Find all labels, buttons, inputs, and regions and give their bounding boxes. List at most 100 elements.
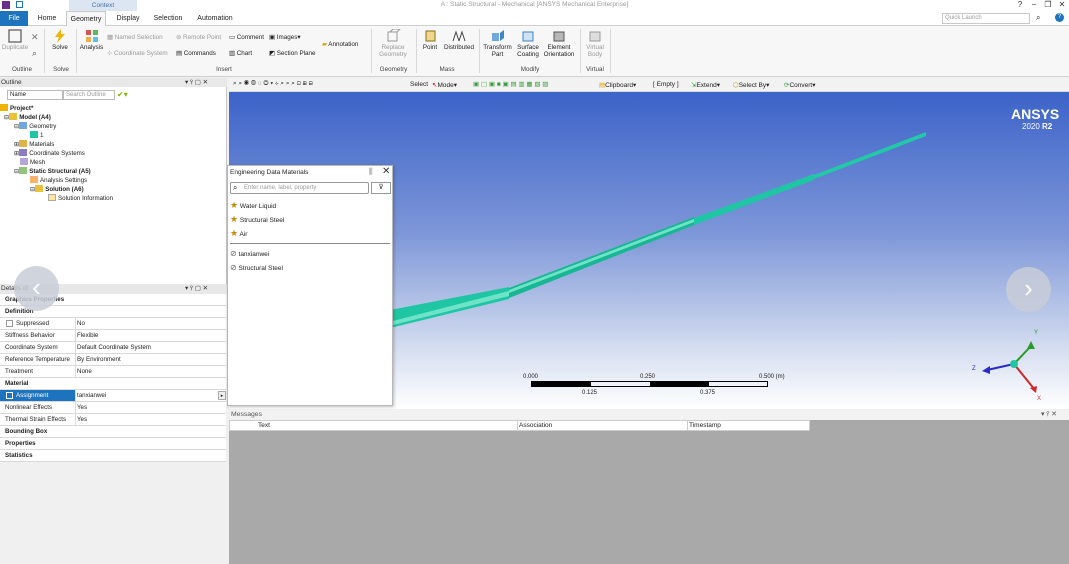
tab-automation[interactable]: Automation bbox=[192, 11, 238, 26]
delete-icon[interactable]: ✕ bbox=[31, 32, 39, 43]
tab-selection[interactable]: Selection bbox=[150, 11, 186, 26]
favorite-material-1[interactable]: ★ Structural Steel bbox=[230, 214, 284, 225]
col-text[interactable]: Text bbox=[258, 421, 270, 431]
next-arrow-icon[interactable]: › bbox=[1006, 267, 1051, 312]
remote-point-button[interactable]: ⊚ Remote Point bbox=[176, 34, 221, 41]
help-circle-icon[interactable]: ? bbox=[1055, 13, 1064, 22]
material-search-input[interactable]: ⌕ Enter name, label, property bbox=[230, 182, 369, 194]
annotation-button[interactable]: ▰ Annotation bbox=[322, 41, 358, 48]
restore-button[interactable]: ❐ bbox=[1041, 0, 1055, 11]
filter-icon[interactable]: ⊽ bbox=[371, 182, 391, 194]
row-assignment[interactable]: Assignment tanxianwei ▸ bbox=[0, 390, 226, 402]
messages-window-controls[interactable]: ▾ ⫯ ✕ bbox=[1041, 410, 1057, 420]
solve-button[interactable]: Solve bbox=[47, 29, 73, 51]
scale-bar bbox=[531, 381, 768, 387]
duplicate-button[interactable]: Duplicate bbox=[0, 29, 30, 51]
distributed-mass-button[interactable]: Distributed bbox=[442, 29, 476, 51]
axis-triad[interactable]: Y Z X bbox=[967, 322, 1047, 402]
minimize-button[interactable]: − bbox=[1027, 0, 1041, 11]
tree-item-static-structural[interactable]: ⊟ Static Structural (A5) bbox=[0, 167, 113, 176]
tree-item-solution[interactable]: ⊟ Solution (A6) bbox=[0, 185, 113, 194]
messages-panel: Messages ▾ ⫯ ✕ Text Association Timestam… bbox=[229, 410, 1069, 564]
popup-pin-icon[interactable]: ⫼ bbox=[369, 167, 373, 177]
tree-item-body[interactable]: 1 bbox=[0, 131, 113, 140]
clipboard-status: [ Empty ] bbox=[653, 81, 679, 88]
coordinate-system-button[interactable]: ⊹ Coordinate System bbox=[107, 50, 168, 57]
section-plane-button[interactable]: ◩ Section Plane bbox=[269, 50, 316, 57]
outline-search-input[interactable]: Search Outline bbox=[63, 90, 115, 100]
details-window-controls[interactable]: ▾ ⫯ ▢ ✕ bbox=[185, 284, 208, 293]
selection-filter-icons[interactable]: ▣ ▢ ▣ ■ ▣ ▤ ▥ ▦ ▧ ▨ bbox=[473, 80, 548, 88]
zoom-icons[interactable]: ⌕ ⌕ ◉ ◍ ◌ ◎ ▾ ⊹ ⌕ ⌕ ⌕ ⊡ ⊞ ⊟ bbox=[233, 80, 313, 88]
messages-header: Messages ▾ ⫯ ✕ bbox=[229, 410, 1069, 420]
images-button[interactable]: ▣ Images▾ bbox=[269, 34, 301, 41]
tree-item-mesh[interactable]: Mesh bbox=[0, 158, 113, 167]
quick-launch-input[interactable]: Quick Launch bbox=[942, 13, 1030, 24]
tab-display[interactable]: Display bbox=[110, 11, 146, 26]
chart-button[interactable]: ▥ Chart bbox=[229, 50, 252, 57]
row-stiffness-behavior[interactable]: Stiffness Behavior Flexible bbox=[0, 330, 226, 342]
select-by-dropdown[interactable]: ⬡Select By▾ bbox=[733, 81, 769, 89]
find-icon[interactable]: ⌕ bbox=[32, 48, 37, 59]
col-timestamp[interactable]: Timestamp bbox=[689, 421, 721, 431]
tree-item-materials[interactable]: ⊞ Materials bbox=[0, 140, 113, 149]
favorite-material-2[interactable]: ★ Air bbox=[230, 228, 247, 239]
model-material-1[interactable]: ⊘ Structural Steel bbox=[230, 263, 283, 272]
tab-file[interactable]: File bbox=[0, 11, 28, 26]
commands-button[interactable]: ▤ Commands bbox=[176, 50, 216, 57]
row-reference-temperature[interactable]: Reference Temperature By Environment bbox=[0, 354, 226, 366]
tree-item-geometry[interactable]: ⊟ Geometry bbox=[0, 122, 113, 131]
suppressed-checkbox[interactable] bbox=[6, 320, 13, 327]
group-solve-label: Solve bbox=[53, 66, 69, 73]
row-nonlinear-effects[interactable]: Nonlinear Effects Yes bbox=[0, 402, 226, 414]
row-treatment[interactable]: Treatment None bbox=[0, 366, 226, 378]
convert-dropdown[interactable]: ⟳Convert▾ bbox=[784, 81, 815, 89]
col-association[interactable]: Association bbox=[519, 421, 552, 431]
tab-home[interactable]: Home bbox=[31, 11, 63, 26]
row-thermal-strain-effects[interactable]: Thermal Strain Effects Yes bbox=[0, 414, 226, 426]
extend-dropdown[interactable]: ⇲Extend▾ bbox=[691, 81, 720, 89]
transform-part-button[interactable]: Transform Part bbox=[481, 29, 514, 58]
tree-item-project[interactable]: Project* bbox=[0, 104, 113, 113]
model-material-0[interactable]: ⊘ tanxianwei bbox=[230, 249, 269, 258]
element-orientation-button[interactable]: Element Orientation bbox=[542, 29, 576, 58]
previous-arrow-icon[interactable]: ‹ bbox=[14, 266, 59, 311]
row-coordinate-system[interactable]: Coordinate System Default Coordinate Syst… bbox=[0, 342, 226, 354]
point-mass-button[interactable]: Point bbox=[418, 29, 442, 51]
tree-item-analysis-settings[interactable]: Analysis Settings bbox=[0, 176, 113, 185]
materials-icon bbox=[19, 140, 28, 147]
popup-close-icon[interactable]: ✕ bbox=[382, 166, 390, 177]
context-tab-label: Context bbox=[69, 0, 137, 11]
tree-item-model[interactable]: ⊟ Model (A4) bbox=[0, 113, 113, 122]
help-icon[interactable]: ? bbox=[1013, 0, 1027, 11]
select-label[interactable]: Select bbox=[410, 81, 428, 88]
assignment-checkbox[interactable] bbox=[6, 392, 13, 399]
assignment-dropdown-arrow-icon[interactable]: ▸ bbox=[218, 391, 226, 400]
analysis-button[interactable]: Analysis bbox=[78, 29, 105, 51]
section-bounding-box[interactable]: Bounding Box bbox=[0, 426, 226, 438]
outline-filter-select[interactable]: Name bbox=[7, 90, 63, 100]
section-properties[interactable]: Properties bbox=[0, 438, 226, 450]
section-material[interactable]: Material bbox=[0, 378, 226, 390]
shaft-body[interactable] bbox=[349, 132, 926, 338]
tab-geometry[interactable]: Geometry bbox=[66, 11, 106, 27]
mode-dropdown[interactable]: ↖Mode▾ bbox=[432, 81, 457, 89]
row-suppressed[interactable]: Suppressed No bbox=[0, 318, 226, 330]
named-selection-button[interactable]: ▦ Named Selection bbox=[107, 34, 163, 41]
scale-tick-1: 0.250 bbox=[640, 374, 656, 380]
search-icon[interactable]: ⌕ bbox=[1036, 13, 1040, 23]
clipboard-dropdown[interactable]: ▤Clipboard▾ bbox=[599, 81, 636, 89]
group-geometry-label: Geometry bbox=[379, 66, 408, 73]
close-button[interactable]: ✕ bbox=[1055, 0, 1069, 11]
pin-icon[interactable]: ▾ ⫯ ▢ ✕ bbox=[185, 78, 208, 87]
ribbon: Duplicate ✕ ⌕ Outline Solve Solve Analys… bbox=[0, 26, 1069, 77]
tree-item-solution-information[interactable]: Solution Information bbox=[0, 194, 113, 203]
virtual-body-button[interactable]: Virtual Body bbox=[582, 29, 608, 58]
replace-geometry-button[interactable]: Replace Geometry bbox=[372, 29, 414, 58]
tree-item-coordinate-systems[interactable]: ⊞ Coordinate Systems bbox=[0, 149, 113, 158]
section-statistics[interactable]: Statistics bbox=[0, 450, 226, 462]
favorite-material-0[interactable]: ★ Water Liquid bbox=[230, 200, 276, 211]
comment-button[interactable]: ▭ Comment bbox=[229, 34, 264, 41]
check-filter-icon[interactable]: ✔▾ bbox=[117, 90, 128, 99]
surface-coating-button[interactable]: Surface Coating bbox=[514, 29, 542, 58]
